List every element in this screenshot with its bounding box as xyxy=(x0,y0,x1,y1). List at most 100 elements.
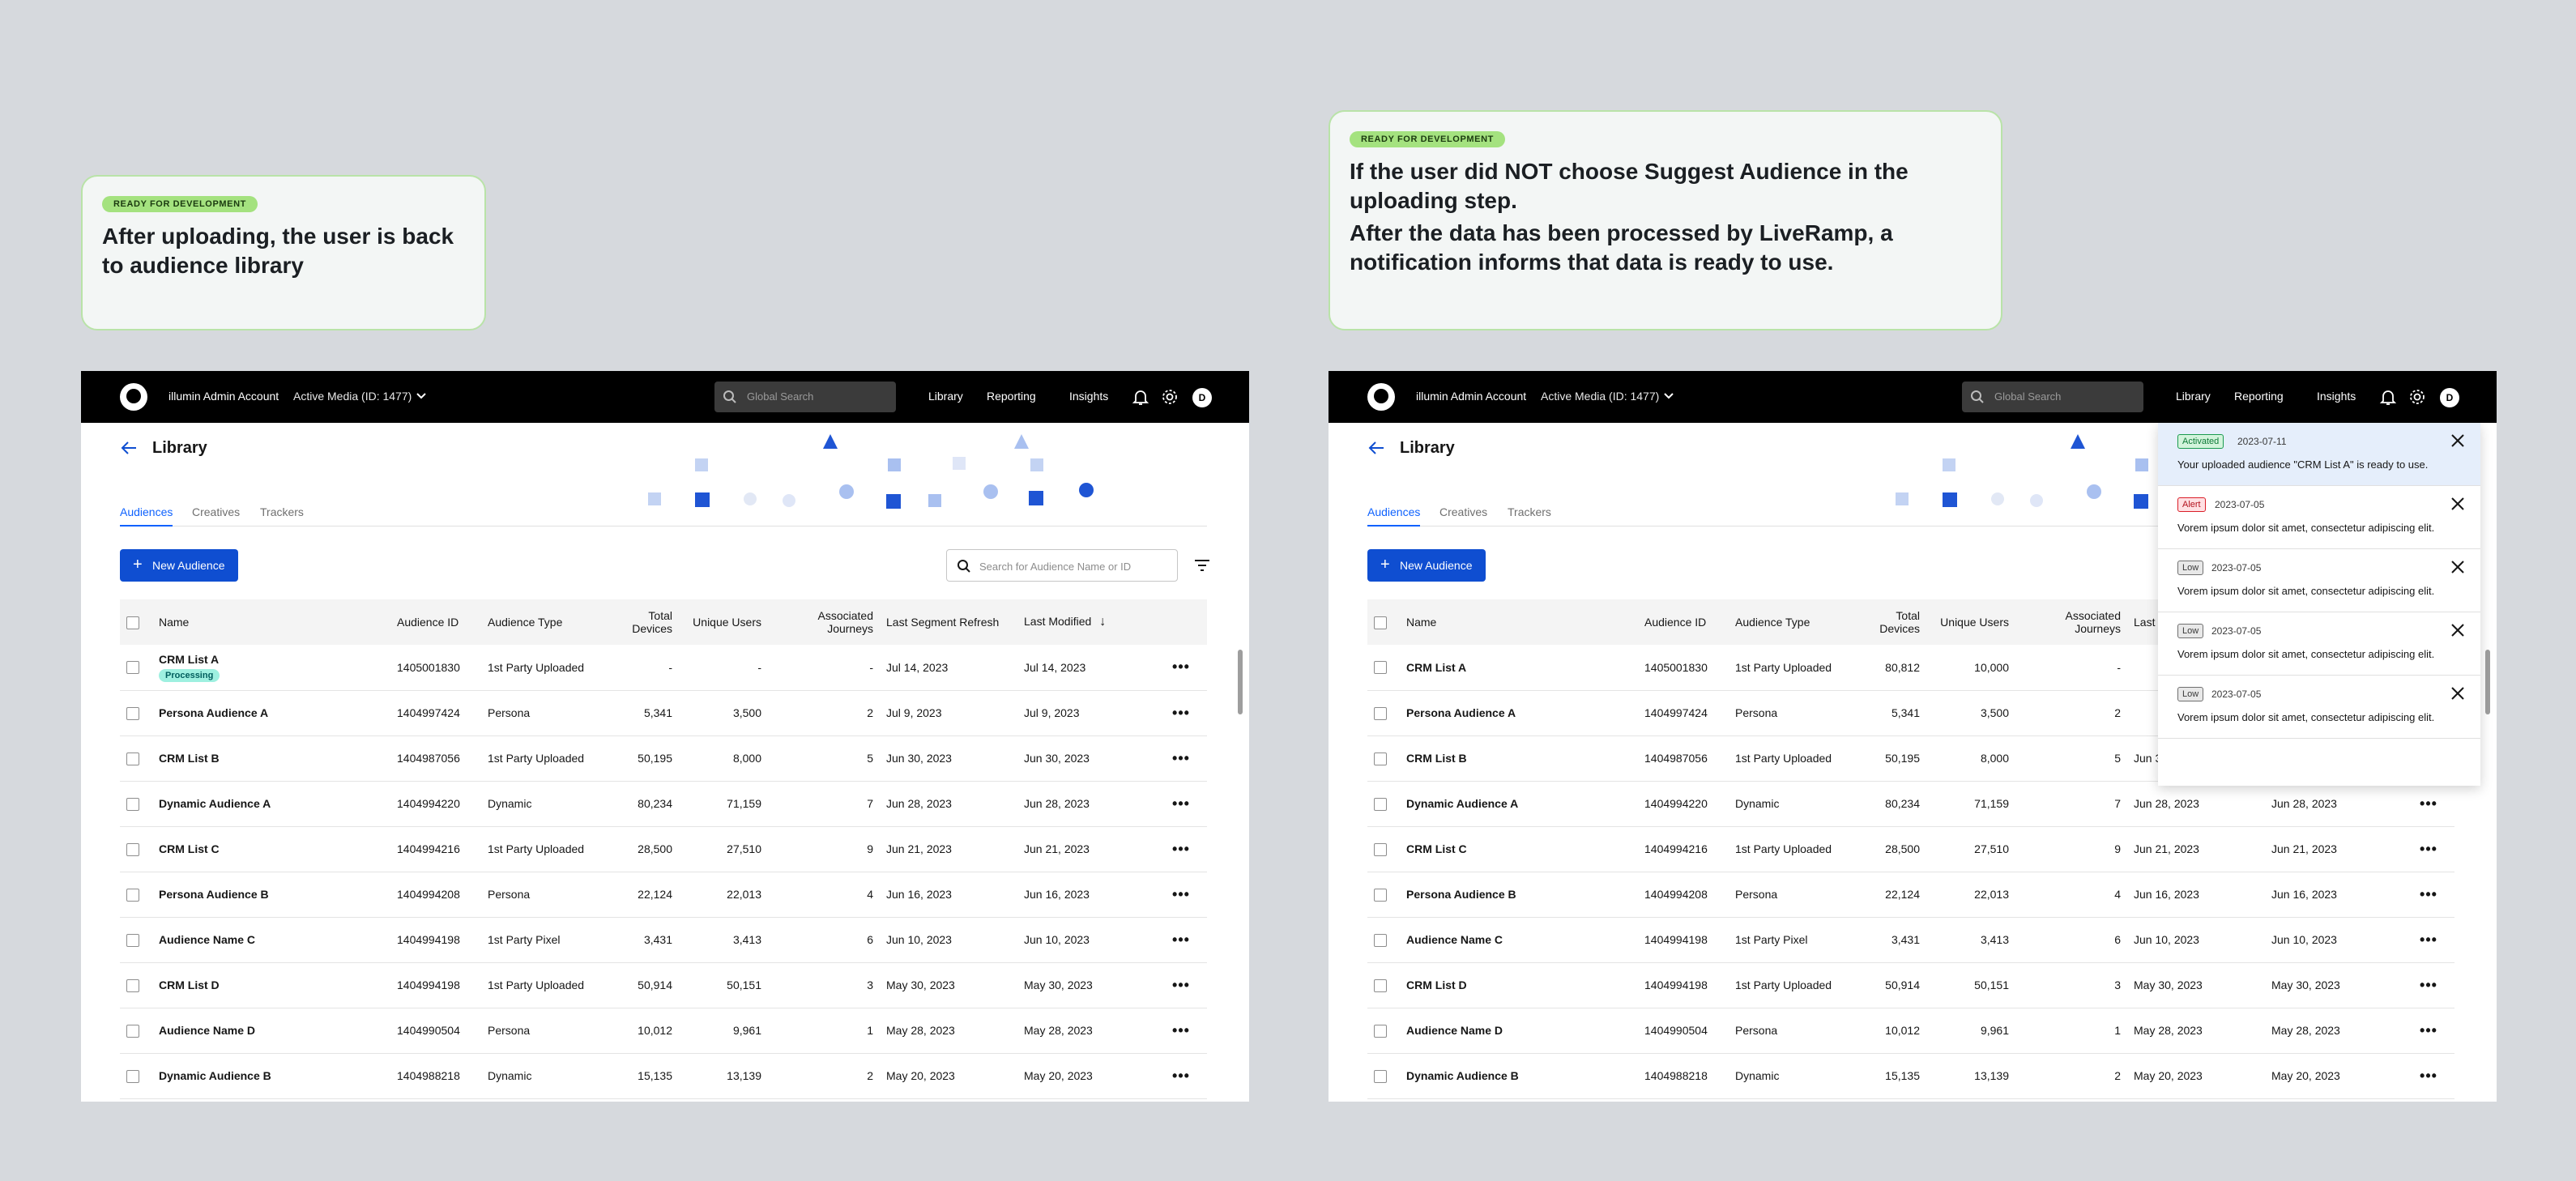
row-select[interactable] xyxy=(1367,1053,1400,1099)
close-icon[interactable] xyxy=(2450,559,2466,575)
checkbox[interactable] xyxy=(1374,616,1387,629)
row-select[interactable] xyxy=(120,1053,152,1099)
table-row[interactable]: Dynamic Audience B 1404988218 Dynamic 15,13… xyxy=(120,1053,1207,1099)
checkbox[interactable] xyxy=(1374,706,1387,720)
checkbox[interactable] xyxy=(1374,661,1387,675)
scrollbar[interactable] xyxy=(1238,650,1243,714)
column-header[interactable]: Name xyxy=(152,599,390,645)
row-select[interactable] xyxy=(1367,917,1400,963)
nav-link-library[interactable]: Library xyxy=(2176,390,2211,403)
row-select[interactable] xyxy=(120,690,152,736)
sort-arrow-icon[interactable]: ↓ xyxy=(1099,615,1106,629)
close-icon[interactable] xyxy=(2450,433,2466,449)
table-row[interactable]: CRM List D 1404994198 1st Party Uploaded 50… xyxy=(1367,962,2454,1008)
tab-audiences[interactable]: Audiences xyxy=(120,505,173,527)
row-select[interactable] xyxy=(120,735,152,782)
overflow-menu-icon[interactable]: ••• xyxy=(1155,1053,1207,1099)
checkbox[interactable] xyxy=(126,661,139,675)
overflow-menu-icon[interactable]: ••• xyxy=(2403,826,2454,872)
bell-icon[interactable] xyxy=(1131,387,1150,407)
column-header[interactable]: Total Devices xyxy=(1850,599,1926,645)
overflow-menu-icon[interactable]: ••• xyxy=(2403,1008,2454,1054)
tab-audiences[interactable]: Audiences xyxy=(1367,505,1421,527)
header-select-all[interactable] xyxy=(120,599,152,645)
overflow-menu-icon[interactable]: ••• xyxy=(1155,872,1207,918)
global-search-input[interactable]: Global Search xyxy=(714,382,896,412)
table-row[interactable]: Audience Name D 1404990504 Persona 10,012 9,… xyxy=(1367,1008,2454,1054)
checkbox[interactable] xyxy=(1374,797,1387,811)
logo-icon[interactable] xyxy=(1367,383,1395,411)
table-row[interactable]: Persona Audience B 1404994208 Persona 22,12… xyxy=(1367,872,2454,918)
row-select[interactable] xyxy=(1367,826,1400,872)
nav-link-insights[interactable]: Insights xyxy=(2317,390,2356,403)
table-row[interactable]: Audience Name D 1404990504 Persona 10,012 9,… xyxy=(120,1008,1207,1054)
row-select[interactable] xyxy=(1367,645,1400,691)
notification-item[interactable]: Low 2023-07-05 Vorem ipsum dolor sit amet,… xyxy=(2158,549,2480,612)
gear-icon[interactable] xyxy=(1160,387,1179,407)
table-row[interactable]: Dynamic Audience A 1404994220 Dynamic 80,23… xyxy=(1367,781,2454,827)
checkbox[interactable] xyxy=(126,978,139,992)
overflow-menu-icon[interactable]: ••• xyxy=(1155,962,1207,1008)
row-select[interactable] xyxy=(1367,735,1400,782)
row-select[interactable] xyxy=(1367,962,1400,1008)
checkbox[interactable] xyxy=(1374,1024,1387,1038)
avatar[interactable]: D xyxy=(1192,388,1212,407)
overflow-menu-icon[interactable]: ••• xyxy=(1155,690,1207,736)
column-header[interactable]: Name xyxy=(1400,599,1638,645)
row-select[interactable] xyxy=(120,645,152,691)
checkbox[interactable] xyxy=(1374,752,1387,765)
overflow-menu-icon[interactable]: ••• xyxy=(2403,781,2454,827)
overflow-menu-icon[interactable]: ••• xyxy=(1155,917,1207,963)
checkbox[interactable] xyxy=(126,616,139,629)
back-arrow-icon[interactable] xyxy=(1366,437,1387,458)
row-select[interactable] xyxy=(1367,781,1400,827)
bell-icon[interactable] xyxy=(2378,387,2398,407)
row-select[interactable] xyxy=(120,1008,152,1054)
nav-link-library[interactable]: Library xyxy=(928,390,963,403)
column-header[interactable]: Audience ID xyxy=(390,599,481,645)
gear-icon[interactable] xyxy=(2408,387,2427,407)
row-select[interactable] xyxy=(120,781,152,827)
nav-link-reporting[interactable]: Reporting xyxy=(2234,390,2284,403)
checkbox[interactable] xyxy=(126,842,139,856)
close-icon[interactable] xyxy=(2450,496,2466,512)
table-row[interactable]: Audience Name C 1404994198 1st Party Pixel… xyxy=(120,917,1207,963)
tab-trackers[interactable]: Trackers xyxy=(260,505,304,518)
chevron-down-icon[interactable] xyxy=(415,390,428,402)
checkbox[interactable] xyxy=(126,888,139,902)
tab-creatives[interactable]: Creatives xyxy=(1439,505,1487,518)
checkbox[interactable] xyxy=(1374,933,1387,947)
column-header[interactable]: Associated Journeys xyxy=(768,599,880,645)
checkbox[interactable] xyxy=(126,1069,139,1083)
column-header[interactable]: Audience Type xyxy=(481,599,603,645)
media-selector[interactable]: Active Media (ID: 1477) xyxy=(1541,390,1659,403)
nav-link-insights[interactable]: Insights xyxy=(1069,390,1108,403)
table-row[interactable]: CRM List A Processing 1405001830 1st Party … xyxy=(120,645,1207,691)
table-row[interactable]: Dynamic Audience B 1404988218 Dynamic 15,13… xyxy=(1367,1053,2454,1099)
column-header[interactable]: Last Modified ↓ xyxy=(1017,599,1155,645)
close-icon[interactable] xyxy=(2450,622,2466,638)
row-select[interactable] xyxy=(120,872,152,918)
checkbox[interactable] xyxy=(1374,1069,1387,1083)
audience-search-input[interactable]: Search for Audience Name or ID xyxy=(946,549,1178,582)
table-row[interactable]: CRM List B 1404987056 1st Party Uploaded 50… xyxy=(120,735,1207,782)
checkbox[interactable] xyxy=(126,933,139,947)
logo-icon[interactable] xyxy=(120,383,147,411)
table-row[interactable]: Audience Name C 1404994198 1st Party Pixel… xyxy=(1367,917,2454,963)
checkbox[interactable] xyxy=(126,797,139,811)
overflow-menu-icon[interactable]: ••• xyxy=(1155,826,1207,872)
row-select[interactable] xyxy=(120,917,152,963)
column-header[interactable]: Unique Users xyxy=(679,599,768,645)
checkbox[interactable] xyxy=(126,1024,139,1038)
filter-icon[interactable] xyxy=(1192,556,1212,575)
new-audience-button[interactable]: + New Audience xyxy=(1367,549,1486,582)
table-row[interactable]: CRM List C 1404994216 1st Party Uploaded 28… xyxy=(1367,826,2454,872)
avatar[interactable]: D xyxy=(2440,388,2459,407)
column-header[interactable]: Last Segment Refresh xyxy=(880,599,1017,645)
notification-item[interactable]: Low 2023-07-05 Vorem ipsum dolor sit amet,… xyxy=(2158,676,2480,739)
table-row[interactable]: Persona Audience A 1404997424 Persona 5,341… xyxy=(120,690,1207,736)
global-search-input[interactable]: Global Search xyxy=(1962,382,2143,412)
checkbox[interactable] xyxy=(1374,842,1387,856)
row-select[interactable] xyxy=(1367,690,1400,736)
table-row[interactable]: Persona Audience B 1404994208 Persona 22,12… xyxy=(120,872,1207,918)
